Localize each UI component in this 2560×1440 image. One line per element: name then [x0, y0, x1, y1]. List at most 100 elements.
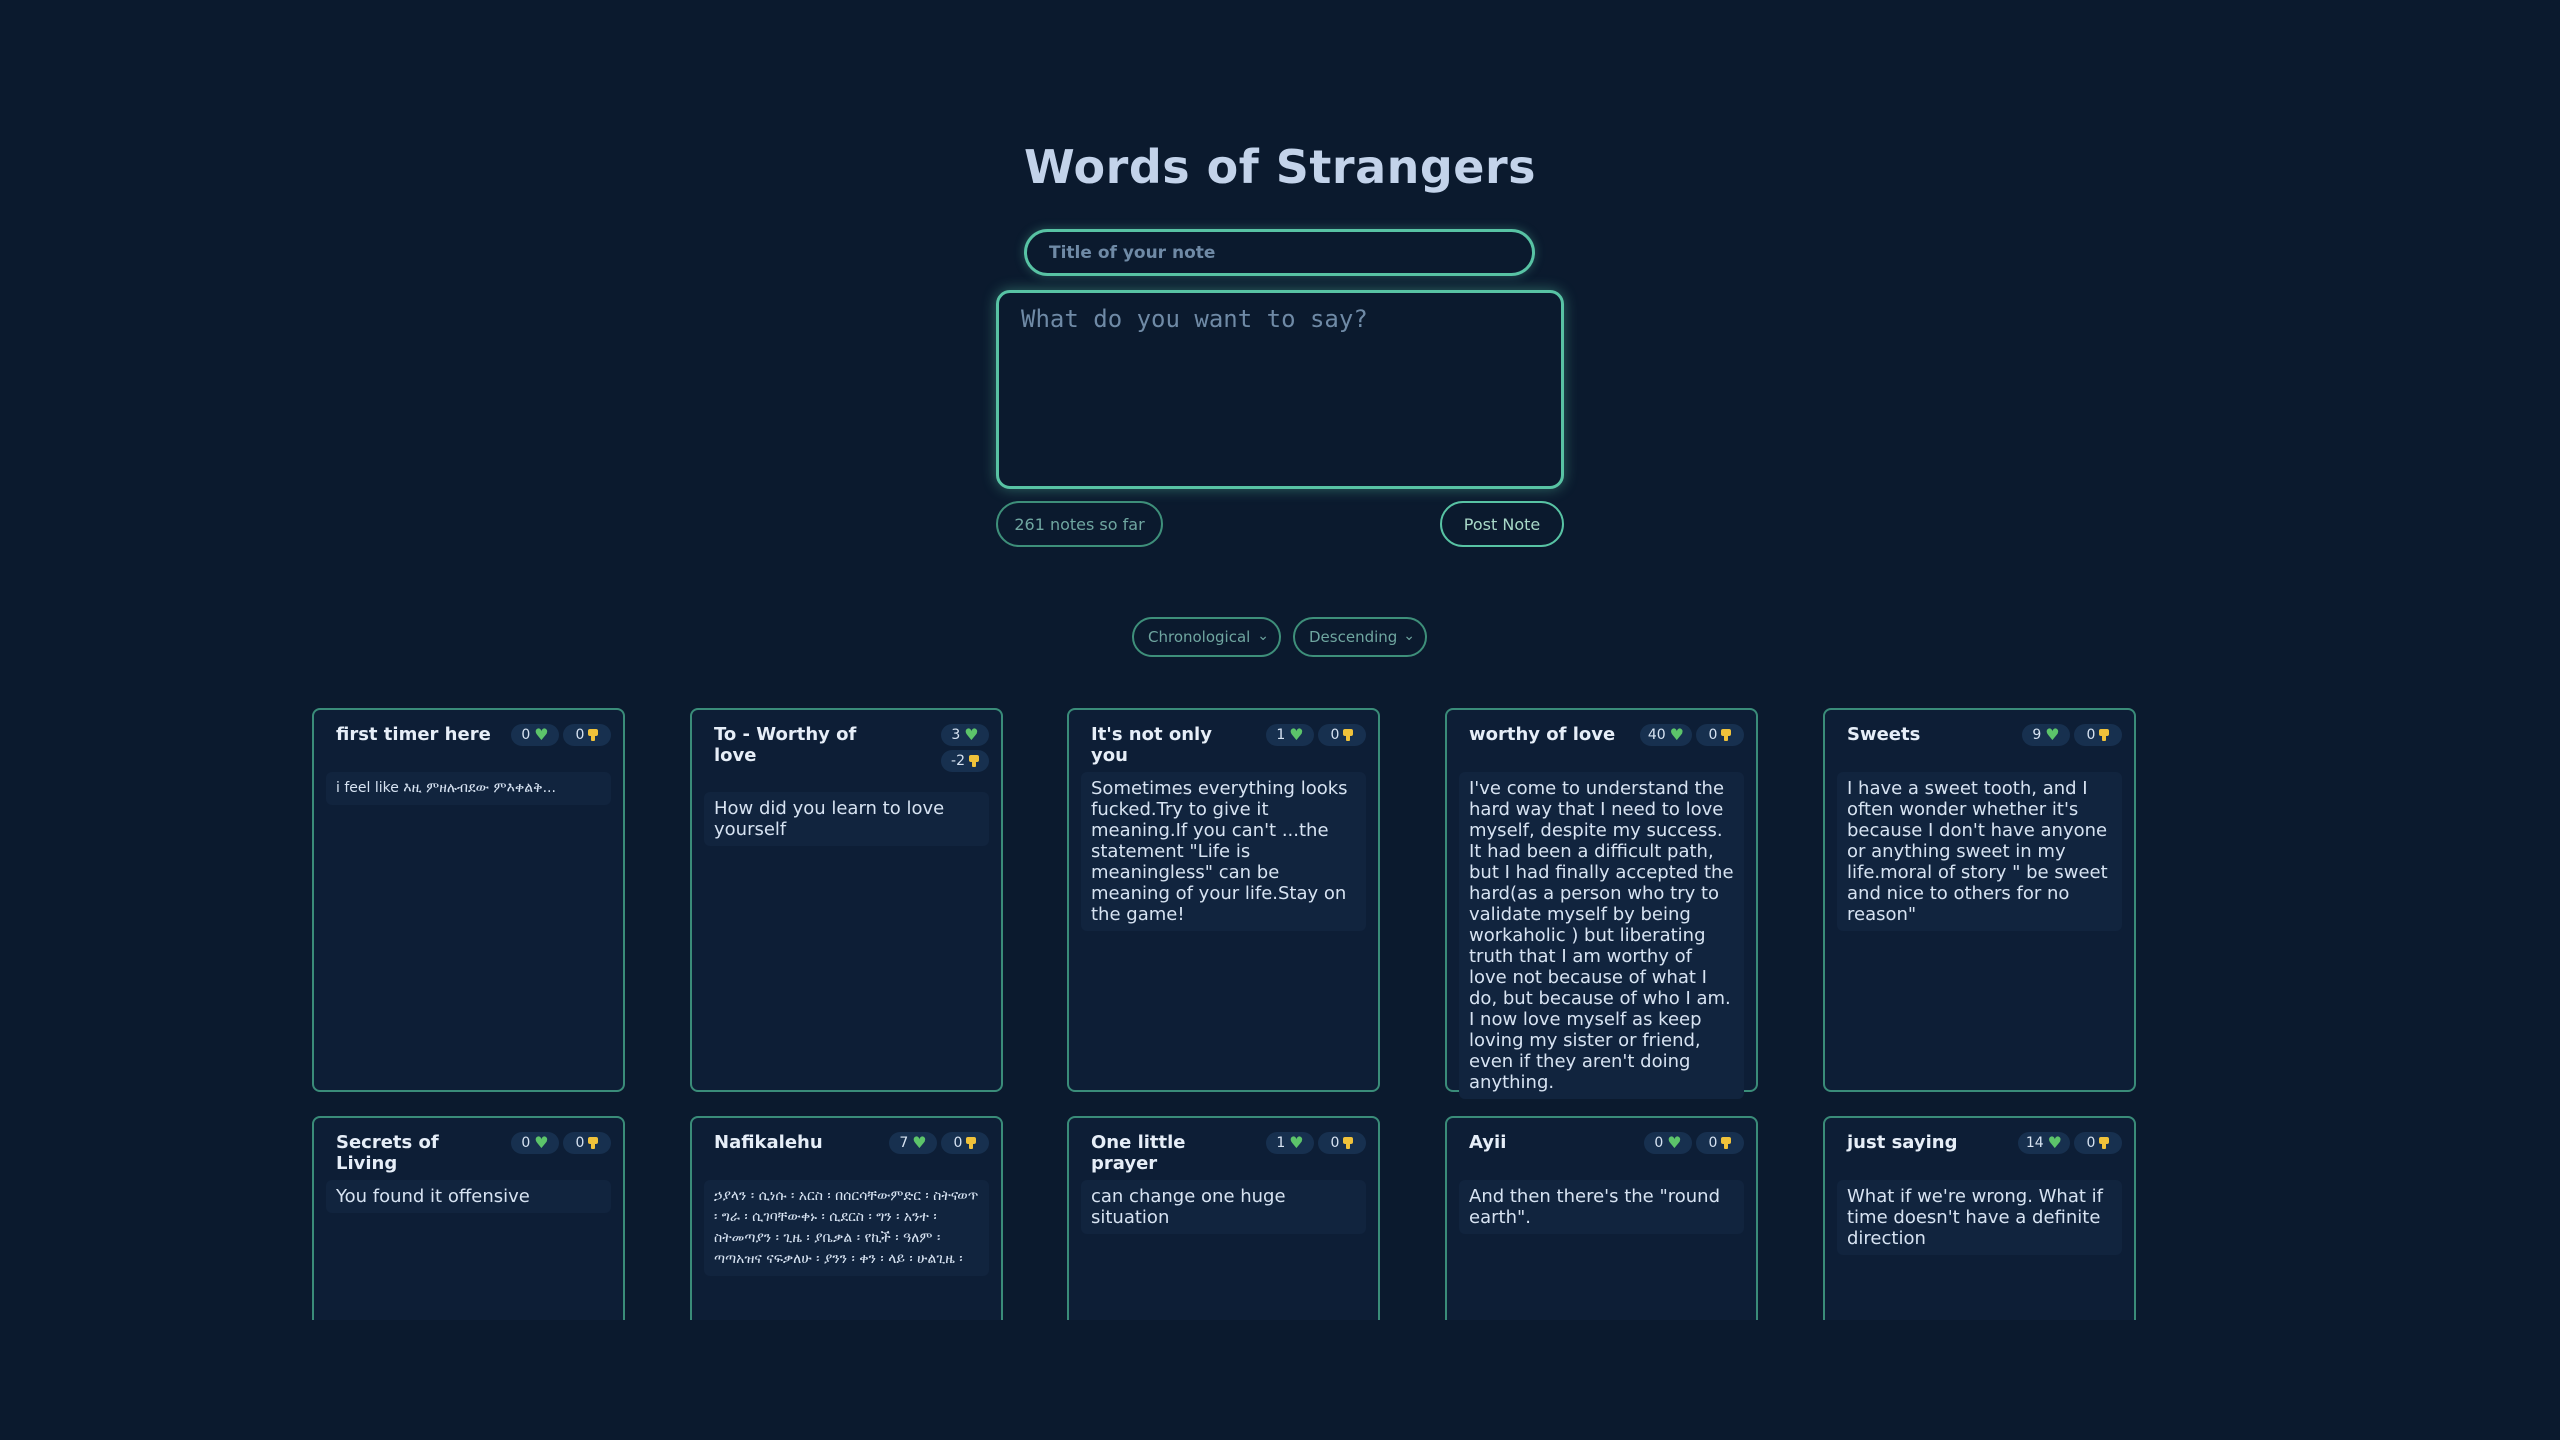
like-count: 3: [951, 727, 961, 743]
heart-icon: ♥: [2045, 725, 2060, 744]
heart-icon: ♥: [912, 1133, 927, 1152]
note-title: Ayii: [1469, 1132, 1507, 1153]
note-card[interactable]: Ayii 0 ♥ 0 And then there's the "round ea…: [1445, 1116, 1758, 1320]
note-title-input[interactable]: [1024, 229, 1535, 276]
post-note-button[interactable]: Post Note: [1440, 501, 1564, 547]
dislike-count: 0: [575, 1135, 585, 1151]
dislike-count: -2: [951, 753, 965, 769]
sort-order-value: Chronological: [1148, 628, 1251, 646]
like-button[interactable]: 0 ♥: [1644, 1132, 1692, 1154]
like-button[interactable]: 0 ♥: [511, 724, 559, 746]
like-button[interactable]: 14 ♥: [2017, 1132, 2070, 1154]
note-card[interactable]: Sweets 9 ♥ 0 I have a sweet tooth, and I …: [1823, 708, 2136, 1092]
note-body: can change one huge situation: [1081, 1180, 1366, 1234]
note-body: And then there's the "round earth".: [1459, 1180, 1744, 1234]
thumbs-down-icon: [1343, 1137, 1354, 1149]
like-button[interactable]: 3 ♥: [941, 724, 989, 746]
like-count: 40: [1647, 727, 1666, 743]
note-body: i feel like እዚ ምዘሉብደው ምእቀልቅ...: [326, 772, 611, 805]
notes-grid: first timer here 0 ♥ 0 i feel like እዚ ምዘሉ…: [0, 700, 2560, 1320]
like-button[interactable]: 7 ♥: [889, 1132, 937, 1154]
heart-icon: ♥: [2047, 1133, 2062, 1152]
dislike-count: 0: [575, 727, 585, 743]
like-button[interactable]: 9 ♥: [2022, 724, 2070, 746]
note-title: Nafikalehu: [714, 1132, 823, 1153]
heart-icon: ♥: [964, 725, 979, 744]
note-title: first timer here: [336, 724, 491, 745]
note-card[interactable]: worthy of love 40 ♥ 0 I've come to unders…: [1445, 708, 1758, 1099]
note-title: To - Worthy of love: [714, 724, 857, 766]
note-card[interactable]: first timer here 0 ♥ 0 i feel like እዚ ምዘሉ…: [312, 708, 625, 1092]
heart-icon: ♥: [1667, 1133, 1682, 1152]
dislike-button[interactable]: 0: [1318, 724, 1366, 746]
dislike-button[interactable]: 0: [1318, 1132, 1366, 1154]
dislike-count: 0: [953, 1135, 963, 1151]
note-card[interactable]: One little prayer 1 ♥ 0 can change one hu…: [1067, 1116, 1380, 1320]
note-title: It's not only you: [1091, 724, 1212, 766]
thumbs-down-icon: [2099, 729, 2110, 741]
like-count: 14: [2025, 1135, 2044, 1151]
dislike-button[interactable]: 0: [941, 1132, 989, 1154]
page: Words of Strangers 261 notes so far Post…: [0, 0, 2560, 1440]
dislike-count: 0: [1708, 1135, 1718, 1151]
note-body-textarea[interactable]: [996, 290, 1564, 489]
like-count: 0: [1654, 1135, 1664, 1151]
like-button[interactable]: 0 ♥: [511, 1132, 559, 1154]
dislike-button[interactable]: 0: [1696, 724, 1744, 746]
heart-icon: ♥: [534, 1133, 549, 1152]
heart-icon: ♥: [1289, 725, 1304, 744]
like-button[interactable]: 40 ♥: [1639, 724, 1692, 746]
dislike-button[interactable]: 0: [563, 724, 611, 746]
note-card[interactable]: Secrets of Living 0 ♥ 0 You found it offe…: [312, 1116, 625, 1320]
note-title: Sweets: [1847, 724, 1921, 745]
thumbs-down-icon: [1343, 729, 1354, 741]
thumbs-down-icon: [1721, 1137, 1732, 1149]
app-title: Words of Strangers: [1023, 140, 1537, 194]
note-title: just saying: [1847, 1132, 1958, 1153]
note-title: Secrets of Living: [336, 1132, 439, 1174]
like-count: 0: [521, 727, 531, 743]
note-card[interactable]: just saying 14 ♥ 0 What if we're wrong. W…: [1823, 1116, 2136, 1320]
like-button[interactable]: 1 ♥: [1266, 724, 1314, 746]
thumbs-down-icon: [588, 1137, 599, 1149]
sort-direction-value: Descending: [1309, 628, 1398, 646]
sort-direction-select[interactable]: Descending ⌄: [1293, 617, 1427, 657]
sort-order-select[interactable]: Chronological ⌄: [1132, 617, 1281, 657]
like-button[interactable]: 1 ♥: [1266, 1132, 1314, 1154]
note-body: What if we're wrong. What if time doesn'…: [1837, 1180, 2122, 1255]
dislike-count: 0: [1330, 1135, 1340, 1151]
dislike-button[interactable]: 0: [563, 1132, 611, 1154]
note-body: ኃያላን ፡ ሲነሱ ፡ አርስ ፡ በሰርሳቸውምድር ፡ ስትናወጥ ፡ ግ…: [704, 1180, 989, 1276]
like-count: 7: [899, 1135, 909, 1151]
note-title: worthy of love: [1469, 724, 1616, 745]
like-count: 1: [1276, 1135, 1286, 1151]
note-card[interactable]: It's not only you 1 ♥ 0 Sometimes everyth…: [1067, 708, 1380, 1092]
dislike-button[interactable]: 0: [2074, 724, 2122, 746]
notes-count-badge: 261 notes so far: [996, 501, 1163, 547]
note-body: I have a sweet tooth, and I often wonder…: [1837, 772, 2122, 931]
note-body: I've come to understand the hard way tha…: [1459, 772, 1744, 1099]
thumbs-down-icon: [588, 729, 599, 741]
chevron-down-icon: ⌄: [1257, 628, 1269, 644]
heart-icon: ♥: [1289, 1133, 1304, 1152]
dislike-button[interactable]: 0: [1696, 1132, 1744, 1154]
note-body: You found it offensive: [326, 1180, 611, 1213]
thumbs-down-icon: [968, 755, 979, 767]
note-card[interactable]: To - Worthy of love 3 ♥ -2 How did you le…: [690, 708, 1003, 1092]
like-count: 0: [521, 1135, 531, 1151]
note-body: Sometimes everything looks fucked.Try to…: [1081, 772, 1366, 931]
dislike-button[interactable]: 0: [2074, 1132, 2122, 1154]
like-count: 1: [1276, 727, 1286, 743]
thumbs-down-icon: [1721, 729, 1732, 741]
dislike-count: 0: [1330, 727, 1340, 743]
note-title: One little prayer: [1091, 1132, 1186, 1174]
dislike-count: 0: [1708, 727, 1718, 743]
note-card[interactable]: Nafikalehu 7 ♥ 0 ኃያላን ፡ ሲነሱ ፡ አርስ ፡ በሰርሳቸ…: [690, 1116, 1003, 1320]
chevron-down-icon: ⌄: [1403, 628, 1415, 644]
heart-icon: ♥: [1669, 725, 1684, 744]
dislike-count: 0: [2086, 1135, 2096, 1151]
dislike-button[interactable]: -2: [941, 750, 989, 772]
note-body: How did you learn to love yourself: [704, 792, 989, 846]
thumbs-down-icon: [966, 1137, 977, 1149]
heart-icon: ♥: [534, 725, 549, 744]
